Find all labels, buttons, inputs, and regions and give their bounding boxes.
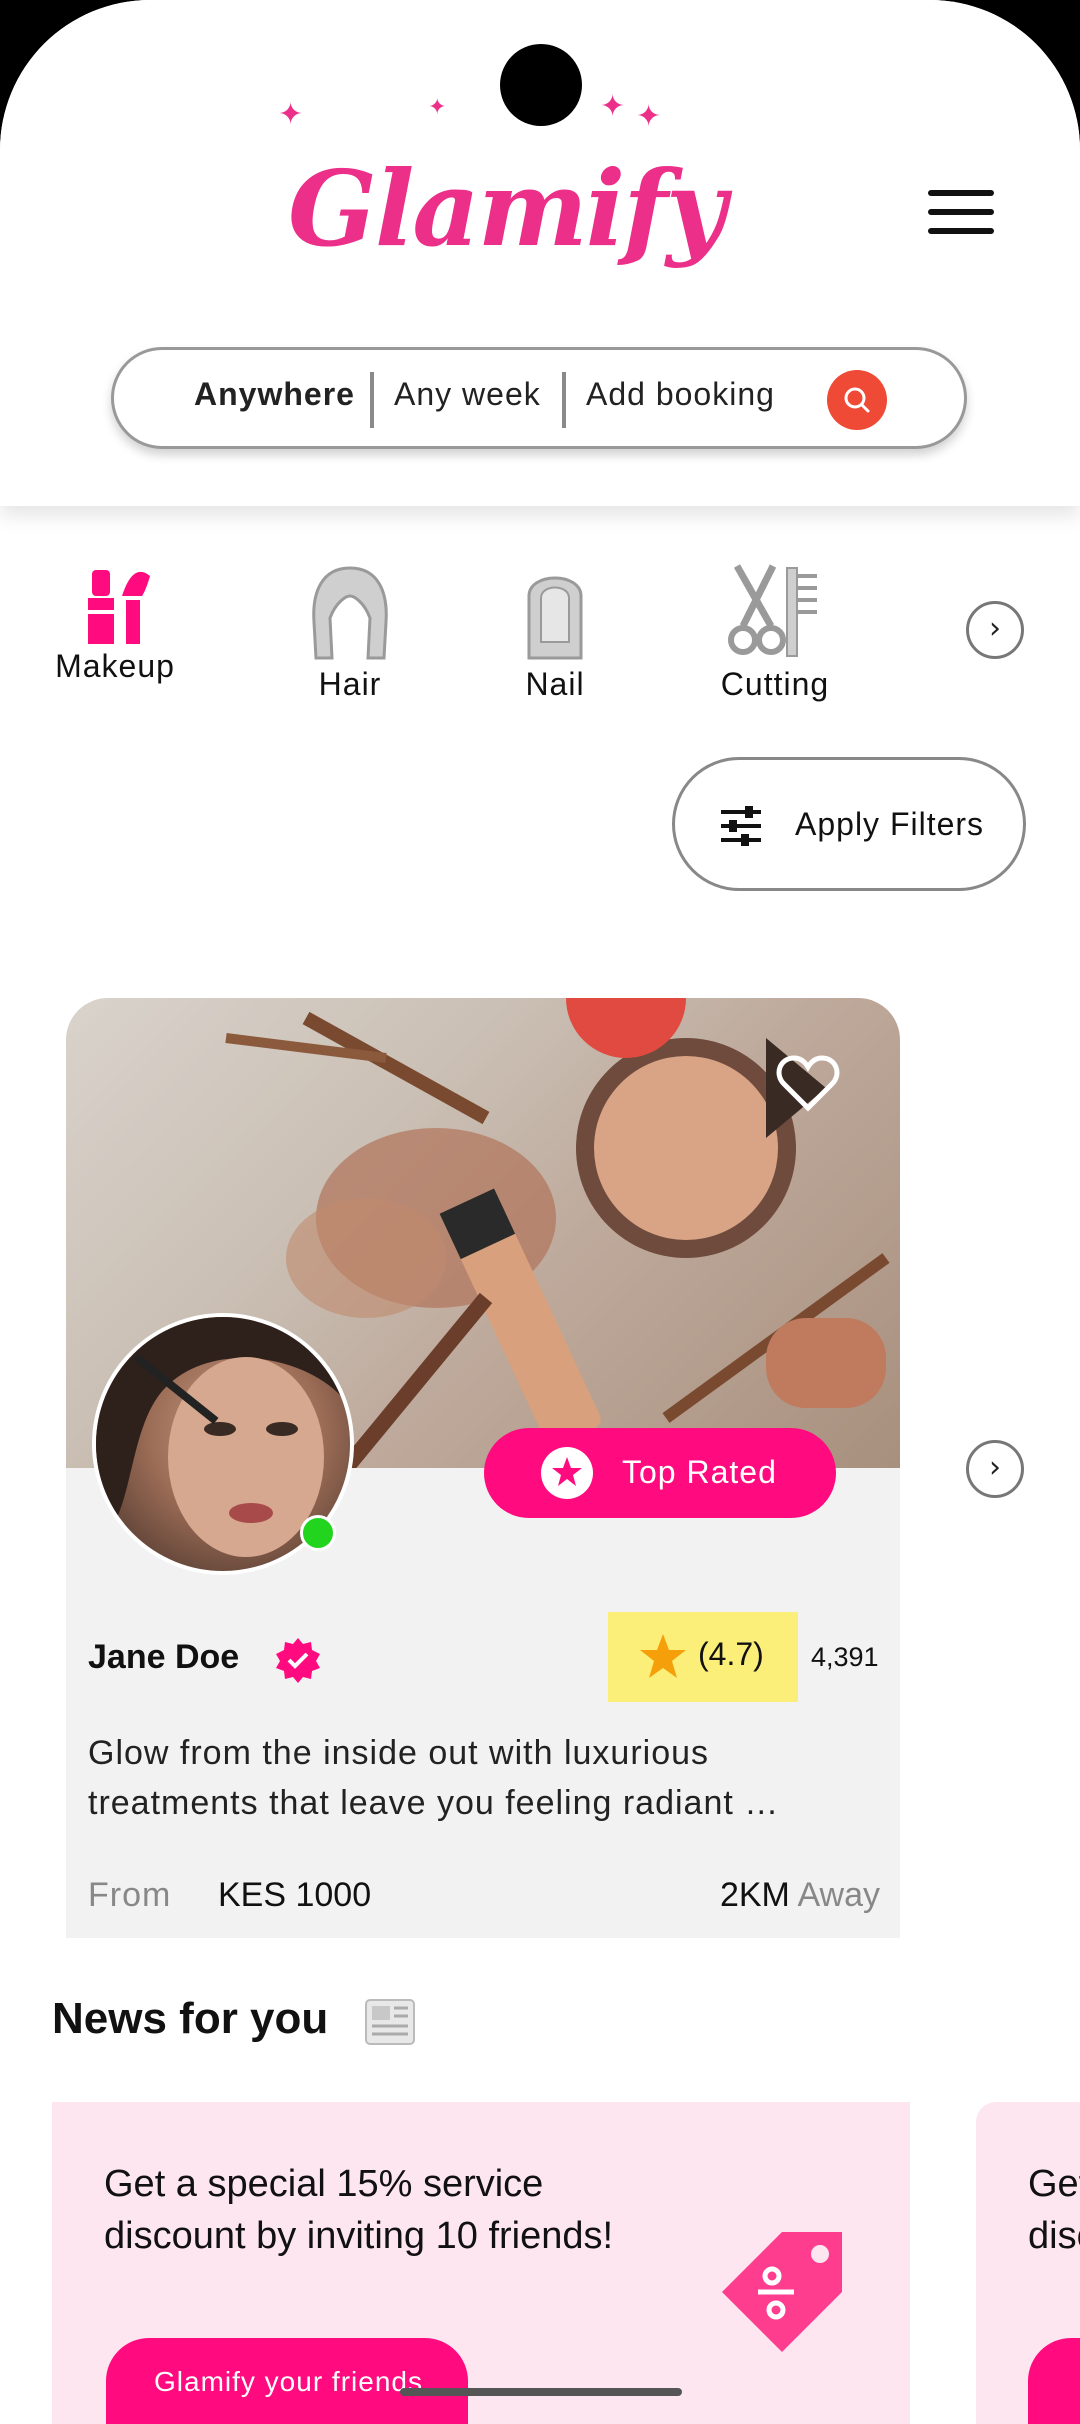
search-button[interactable] <box>827 370 887 430</box>
search-bar[interactable]: Anywhere Any week Add booking <box>111 347 967 449</box>
news-section-title: News for you <box>52 1994 329 2043</box>
category-label: Makeup <box>55 648 175 684</box>
phone-screen: ✦ ✦ ✦ ✦ Glamify Anywhere Any week Add bo… <box>0 0 1080 2424</box>
lipstick-icon <box>88 570 150 644</box>
search-location[interactable]: Anywhere <box>194 376 355 413</box>
news-card-next[interactable]: Get a special 15% service discount by in… <box>976 2102 1080 2424</box>
price-value: KES 1000 <box>218 1876 372 1914</box>
sliders-icon <box>721 806 761 846</box>
news-card[interactable]: Get a special 15% service discount by in… <box>52 2102 910 2424</box>
glamify-friends-label: Glamify your friends <box>154 2366 423 2397</box>
search-divider <box>562 372 566 428</box>
category-hair[interactable]: Hair <box>290 562 410 703</box>
distance: 2KM Away <box>720 1876 880 1915</box>
news-card-next-button[interactable] <box>1028 2338 1080 2424</box>
provider-name: Jane Doe <box>88 1638 240 1676</box>
search-divider <box>370 372 374 428</box>
star-badge-icon <box>541 1447 593 1499</box>
verified-badge-icon <box>276 1638 320 1683</box>
hamburger-menu-icon[interactable] <box>928 190 994 238</box>
news-card-text: Get a special 15% service discount by in… <box>1028 2163 1080 2257</box>
rating-value: (4.7) <box>698 1636 764 1672</box>
newspaper-icon <box>365 1999 415 2045</box>
price-from-label: From <box>88 1876 172 1914</box>
search-icon <box>844 387 870 413</box>
category-label: Hair <box>318 666 382 702</box>
hair-icon <box>312 566 388 660</box>
category-row: Makeup Hair Nail Cutting › <box>0 540 1080 720</box>
search-booking[interactable]: Add booking <box>586 376 775 413</box>
rating-box: (4.7) <box>608 1612 798 1702</box>
sparkle-icon: ✦ <box>428 95 447 120</box>
apply-filters-label: Apply Filters <box>795 806 985 842</box>
scissors-comb-icon <box>728 564 817 657</box>
category-nail[interactable]: Nail <box>500 562 610 703</box>
top-rated-label: Top Rated <box>622 1454 777 1490</box>
camera-notch <box>500 44 582 126</box>
chevron-right-icon[interactable]: › <box>966 601 1024 659</box>
online-status-dot <box>300 1515 336 1551</box>
apply-filters-button[interactable]: Apply Filters <box>672 757 1026 891</box>
listing-description: Glow from the inside out with luxurious … <box>88 1734 780 1822</box>
top-rated-badge: Top Rated <box>484 1428 836 1518</box>
glamify-logo: ✦ ✦ ✦ ✦ Glamify <box>270 89 726 295</box>
news-card-text: Get a special 15% service discount by in… <box>104 2163 614 2257</box>
distance-value: 2KM <box>719 1876 790 1914</box>
category-label: Cutting <box>720 666 830 702</box>
distance-suffix: Away <box>797 1876 880 1914</box>
logo-text: Glamify <box>288 147 726 270</box>
nail-icon <box>527 576 583 660</box>
heart-icon[interactable] <box>776 1054 840 1112</box>
home-indicator[interactable] <box>400 2388 682 2396</box>
search-week[interactable]: Any week <box>394 376 541 413</box>
star-icon <box>640 1634 686 1678</box>
glamify-friends-button[interactable]: Glamify your friends <box>106 2338 468 2424</box>
category-label: Nail <box>525 666 585 702</box>
discount-tag-icon <box>722 2232 842 2352</box>
sparkle-icon: ✦ <box>600 89 626 124</box>
next-listing-chevron-icon[interactable]: › <box>966 1440 1024 1498</box>
sparkle-icon: ✦ <box>278 97 304 132</box>
sparkle-icon: ✦ <box>636 99 662 134</box>
category-cutting[interactable]: Cutting <box>700 562 850 703</box>
review-count: 4,391 <box>811 1642 879 1672</box>
category-makeup[interactable]: Makeup <box>50 560 180 685</box>
